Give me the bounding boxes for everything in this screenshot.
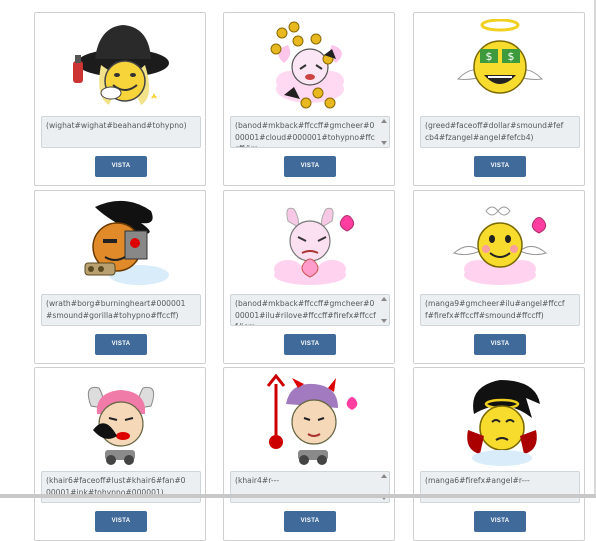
smiley-coins-cloud-icon — [254, 19, 366, 115]
smiley-cyborg-gorilla-icon — [65, 197, 177, 293]
code-box-scrollbar[interactable] — [381, 119, 387, 145]
vista-button[interactable]: VISTA — [284, 334, 336, 355]
smiley-code-text: (wrath#borg#burningheart#000001#smound#g… — [46, 299, 186, 320]
smiley-code-box[interactable]: (manga9#gmcheer#ilu#angel#ffccff#firefx#… — [420, 294, 580, 326]
scroll-down-arrow-icon[interactable] — [381, 319, 387, 323]
smiley-code-text: (manga9#gmcheer#ilu#angel#ffccff#firefx#… — [425, 299, 565, 320]
smiley-pink-bunny-heart-icon — [254, 197, 366, 293]
smiley-code-text: (manga6#firefx#angel#r--- — [425, 476, 530, 485]
scroll-up-arrow-icon[interactable] — [381, 119, 387, 123]
smiley-code-text: (banod#mkback#ffccff#gmcheer#000001#clou… — [235, 121, 375, 147]
smiley-code-text: (wighat#wighat#beahand#tohypno) — [46, 121, 187, 130]
vista-button[interactable]: VISTA — [284, 156, 336, 177]
smiley-card-3: $ $ (greed#faceoff#dollar#smound#fefcb4#… — [413, 12, 585, 186]
smiley-code-box[interactable]: (banod#mkback#ffccff#gmcheer#000001#clou… — [230, 116, 390, 148]
horizontal-scrollbar[interactable] — [0, 494, 596, 498]
smiley-pink-hair-lips-icon — [65, 374, 177, 470]
vista-button[interactable]: VISTA — [474, 334, 526, 355]
smiley-code-box[interactable]: (khair6#faceoff#lust#khair6#fan#000001#i… — [41, 471, 201, 503]
smiley-dollar-eyes-angel-icon: $ $ — [444, 19, 556, 115]
smiley-card-7: (khair6#faceoff#lust#khair6#fan#000001#i… — [34, 367, 206, 541]
smiley-card-2: (banod#mkback#ffccff#gmcheer#000001#clou… — [223, 12, 395, 186]
smiley-card-5: (banod#mkback#ffccff#gmcheer#000001#ilu#… — [223, 190, 395, 364]
vista-button[interactable]: VISTA — [95, 334, 147, 355]
smiley-card-8: (khair4#r--- VISTA — [223, 367, 395, 541]
svg-text:$: $ — [508, 50, 515, 63]
vista-button[interactable]: VISTA — [95, 156, 147, 177]
smiley-code-box[interactable]: (banod#mkback#ffccff#gmcheer#000001#ilu#… — [230, 294, 390, 326]
vista-button[interactable]: VISTA — [474, 156, 526, 177]
smiley-code-text: (greed#faceoff#dollar#smound#fefcb4#fzan… — [425, 121, 564, 142]
smiley-black-hair-halo-icon — [444, 374, 556, 470]
vista-button[interactable]: VISTA — [284, 511, 336, 532]
smiley-code-box[interactable]: (greed#faceoff#dollar#smound#fefcb4#fzan… — [420, 116, 580, 148]
scroll-down-arrow-icon[interactable] — [381, 141, 387, 145]
scroll-up-arrow-icon[interactable] — [381, 474, 387, 478]
smiley-angel-heart-cloud-icon — [444, 197, 556, 293]
smiley-black-hat-blonde-hair-icon — [65, 19, 177, 115]
smiley-card-4: (wrath#borg#burningheart#000001#smound#g… — [34, 190, 206, 364]
smiley-code-text: (khair4#r--- — [235, 476, 280, 485]
smiley-code-box[interactable]: (wrath#borg#burningheart#000001#smound#g… — [41, 294, 201, 326]
vista-button[interactable]: VISTA — [95, 511, 147, 532]
scroll-up-arrow-icon[interactable] — [381, 297, 387, 301]
smiley-card-1: (wighat#wighat#beahand#tohypno) VISTA — [34, 12, 206, 186]
smiley-devil-purple-hair-icon — [254, 374, 366, 470]
smiley-code-box[interactable]: (khair4#r--- — [230, 471, 390, 503]
smiley-code-box[interactable]: (wighat#wighat#beahand#tohypno) — [41, 116, 201, 148]
smiley-code-text: (banod#mkback#ffccff#gmcheer#000001#ilu#… — [235, 299, 376, 325]
smiley-card-6: (manga9#gmcheer#ilu#angel#ffccff#firefx#… — [413, 190, 585, 364]
code-box-scrollbar[interactable] — [381, 297, 387, 323]
vista-button[interactable]: VISTA — [474, 511, 526, 532]
smiley-code-box[interactable]: (manga6#firefx#angel#r--- — [420, 471, 580, 503]
svg-text:$: $ — [486, 50, 493, 63]
smiley-card-9: (manga6#firefx#angel#r--- VISTA — [413, 367, 585, 541]
